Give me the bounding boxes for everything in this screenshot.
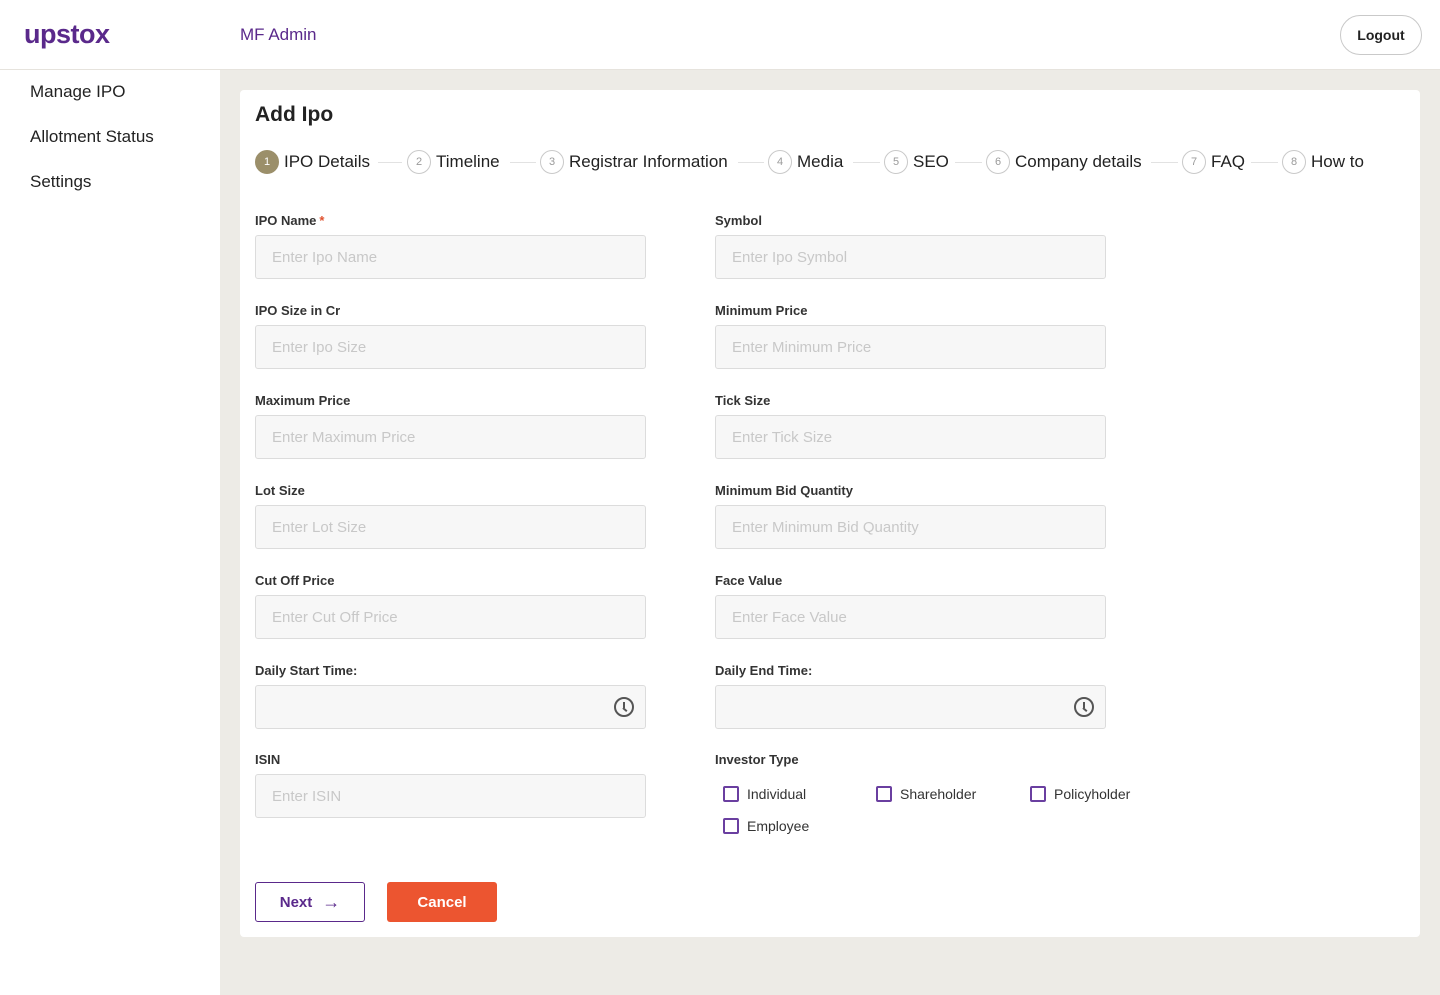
logout-button[interactable]: Logout	[1340, 15, 1422, 55]
face-value-input[interactable]	[715, 595, 1106, 639]
minimum-bid-quantity-label: Minimum Bid Quantity	[715, 483, 853, 498]
ipo-size-input[interactable]	[255, 325, 646, 369]
step-timeline[interactable]: 2 Timeline	[407, 150, 500, 174]
step-number: 4	[768, 150, 792, 174]
isin-label: ISIN	[255, 752, 281, 767]
clock-icon[interactable]	[1074, 697, 1094, 717]
step-connector	[955, 162, 982, 163]
step-seo[interactable]: 5 SEO	[884, 150, 949, 174]
step-connector	[510, 162, 536, 163]
top-header: upstox MF Admin Logout	[0, 0, 1440, 70]
step-how-to[interactable]: 8 How to	[1282, 150, 1364, 174]
upstox-logo[interactable]: upstox	[24, 18, 110, 50]
step-number: 7	[1182, 150, 1206, 174]
investor-type-employee-checkbox[interactable]: Employee	[723, 818, 809, 834]
step-number: 6	[986, 150, 1010, 174]
ipo-name-label-text: IPO Name	[255, 213, 317, 228]
minimum-price-input[interactable]	[715, 325, 1106, 369]
face-value-label: Face Value	[715, 573, 783, 588]
step-label: Company details	[1015, 152, 1142, 171]
step-connector	[1151, 162, 1178, 163]
minimum-bid-quantity-input[interactable]	[715, 505, 1106, 549]
step-label: IPO Details	[284, 152, 370, 171]
step-label: SEO	[913, 152, 949, 171]
tick-size-label: Tick Size	[715, 393, 771, 408]
maximum-price-label: Maximum Price	[255, 393, 351, 408]
investor-type-shareholder-checkbox[interactable]: Shareholder	[876, 786, 976, 802]
lot-size-label: Lot Size	[255, 483, 305, 498]
cancel-button[interactable]: Cancel	[387, 882, 497, 922]
investor-type-label: Investor Type	[715, 752, 799, 767]
required-marker: *	[319, 213, 325, 228]
maximum-price-input[interactable]	[255, 415, 646, 459]
checkbox-box[interactable]	[723, 818, 739, 834]
daily-end-time-input[interactable]	[715, 685, 1106, 729]
arrow-right-icon: →	[322, 891, 341, 912]
step-label: Registrar Information	[569, 152, 728, 171]
step-label: Media	[797, 152, 844, 171]
isin-input[interactable]	[255, 774, 646, 818]
checkbox-box[interactable]	[1030, 786, 1046, 802]
step-registrar-information[interactable]: 3 Registrar Information	[540, 150, 728, 174]
checkbox-label: Policyholder	[1054, 786, 1131, 802]
investor-type-individual-checkbox[interactable]: Individual	[723, 786, 806, 802]
logo-text: upstox	[24, 18, 110, 49]
step-media[interactable]: 4 Media	[768, 150, 843, 174]
daily-start-time-input[interactable]	[255, 685, 646, 729]
investor-type-policyholder-checkbox[interactable]: Policyholder	[1030, 786, 1130, 802]
step-number: 1	[255, 150, 279, 174]
step-number: 2	[407, 150, 431, 174]
ipo-name-input[interactable]	[255, 235, 646, 279]
sidebar-item-allotment-status[interactable]: Allotment Status	[30, 127, 154, 147]
step-ipo-details[interactable]: 1 IPO Details	[255, 150, 370, 174]
page-title: Add Ipo	[255, 103, 334, 126]
checkbox-label: Employee	[747, 818, 810, 834]
tick-size-input[interactable]	[715, 415, 1106, 459]
sidebar: Manage IPO Allotment Status Settings	[0, 70, 220, 995]
clock-icon[interactable]	[614, 697, 634, 717]
app-title: MF Admin	[240, 25, 317, 44]
step-number: 5	[884, 150, 908, 174]
step-faq[interactable]: 7 FAQ	[1182, 150, 1245, 174]
step-number: 8	[1282, 150, 1306, 174]
step-connector	[1251, 162, 1278, 163]
minimum-price-label: Minimum Price	[715, 303, 808, 318]
step-label: FAQ	[1211, 152, 1246, 171]
step-company-details[interactable]: 6 Company details	[986, 150, 1142, 174]
next-button-label: Next	[279, 893, 313, 911]
checkbox-box[interactable]	[723, 786, 739, 802]
ipo-name-label: IPO Name *	[255, 213, 324, 228]
lot-size-input[interactable]	[255, 505, 646, 549]
next-button[interactable]: Next →	[255, 882, 365, 922]
step-connector	[738, 162, 764, 163]
checkbox-label: Individual	[747, 786, 807, 802]
symbol-input[interactable]	[715, 235, 1106, 279]
symbol-label: Symbol	[715, 213, 762, 228]
ipo-size-label: IPO Size in Cr	[255, 303, 341, 318]
cut-off-price-label: Cut Off Price	[255, 573, 335, 588]
step-connector	[378, 162, 402, 163]
step-label: Timeline	[436, 152, 500, 171]
cut-off-price-input[interactable]	[255, 595, 646, 639]
sidebar-item-manage-ipo[interactable]: Manage IPO	[30, 82, 125, 102]
sidebar-item-settings[interactable]: Settings	[30, 172, 91, 192]
daily-start-time-label: Daily Start Time:	[255, 663, 358, 678]
step-number: 3	[540, 150, 564, 174]
step-connector	[853, 162, 880, 163]
checkbox-box[interactable]	[876, 786, 892, 802]
step-label: How to	[1311, 152, 1364, 171]
checkbox-label: Shareholder	[900, 786, 977, 802]
daily-end-time-label: Daily End Time:	[715, 663, 813, 678]
